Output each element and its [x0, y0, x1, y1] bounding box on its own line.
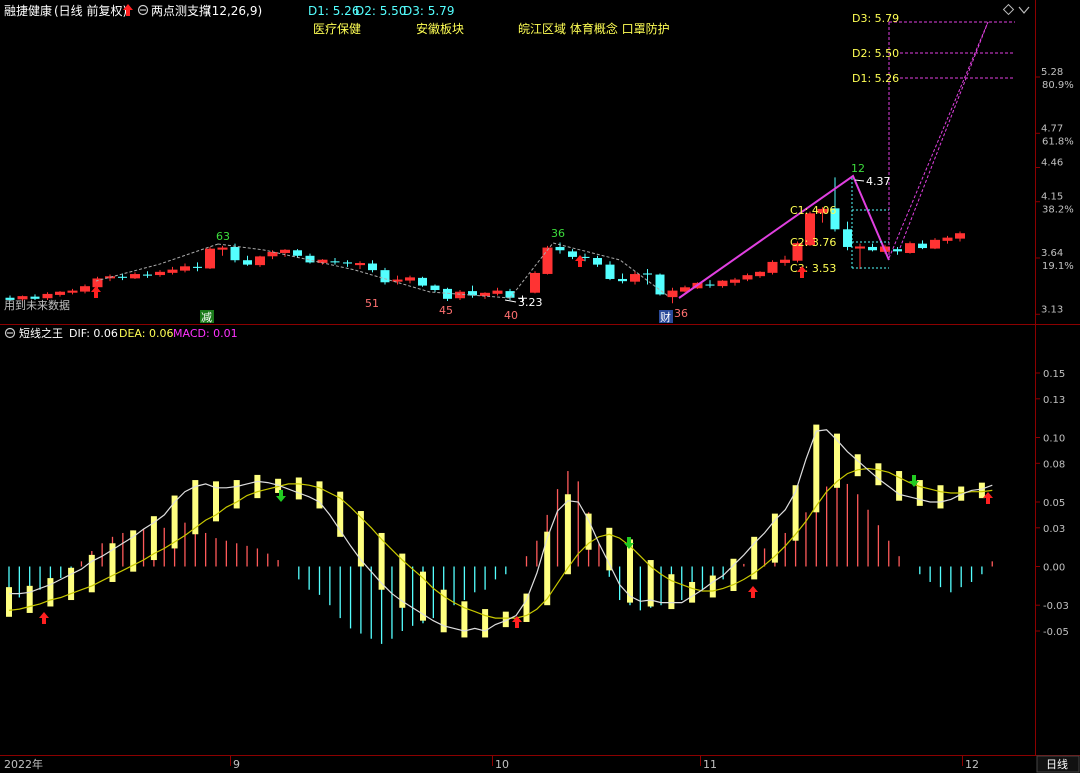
momentum-bar — [482, 609, 489, 638]
momentum-bar — [875, 463, 882, 486]
month-label: 10 — [495, 758, 509, 771]
count-label-down: 51 — [365, 297, 379, 310]
momentum-bar — [26, 585, 33, 613]
macd-readout: MACD: 0.01 — [173, 327, 238, 340]
macd-tick-label: 0.00 — [1043, 563, 1065, 574]
macd-tick-label: -0.05 — [1043, 627, 1069, 638]
macd-tick-label: 0.15 — [1043, 369, 1065, 380]
dif-readout: DIF: 0.06 — [69, 327, 118, 340]
momentum-bar — [254, 474, 261, 499]
future-data-note: 用到未来数据 — [4, 298, 70, 312]
momentum-bar — [233, 480, 240, 509]
macd-tick-label: 0.08 — [1043, 459, 1065, 470]
d1-readout: D1: 5.26 — [308, 4, 359, 18]
d1-label: D1: 5.26 — [852, 72, 899, 85]
month-label: 12 — [965, 758, 979, 771]
badge-jian-text: 减 — [201, 311, 212, 324]
macd-tick-label: 0.03 — [1043, 524, 1065, 535]
momentum-bar — [295, 477, 302, 500]
period-button-label: 日线 — [1046, 757, 1068, 771]
candle — [205, 246, 215, 270]
d2-readout: D2: 5.50 — [355, 4, 406, 18]
dea-readout: DEA: 0.06 — [119, 327, 173, 340]
c1-label: C1: 4.06 — [790, 204, 836, 217]
stock-chart-window: 融捷健康 (日线 前复权) 两点测支撑 (12,26,9) D1: 5.26 D… — [0, 0, 1080, 773]
period-label: (日线 前复权) — [54, 3, 127, 18]
price-tick-label: 4.77 — [1041, 123, 1063, 134]
price-tick-label: 3.64 — [1041, 248, 1063, 259]
candle — [905, 241, 915, 254]
momentum-bar — [854, 454, 861, 477]
d3-label: D3: 5.79 — [852, 12, 899, 25]
candle — [767, 260, 778, 275]
momentum-bar — [523, 593, 530, 622]
macd-tick-label: 0.05 — [1043, 498, 1065, 509]
pct-tick-label: 61.8% — [1042, 136, 1074, 147]
d2-label: D2: 5.50 — [852, 47, 899, 60]
momentum-bar — [689, 581, 696, 603]
macd-tick-label: 0.13 — [1043, 395, 1065, 406]
candle — [380, 267, 390, 285]
indicator-params: (12,26,9) — [207, 4, 262, 18]
d3-readout: D3: 5.79 — [403, 4, 454, 18]
sector-tag[interactable]: 安徽板块 — [416, 21, 464, 36]
pct-tick-label: 80.9% — [1042, 80, 1074, 91]
momentum-bar — [6, 587, 12, 617]
c2-label: C2: 3.76 — [790, 236, 836, 249]
indicator-name[interactable]: 两点测支撑 — [151, 3, 211, 18]
macd-tick-label: 0.10 — [1043, 434, 1065, 445]
momentum-bar — [544, 531, 551, 606]
badge-cai-text: 财 — [660, 310, 671, 324]
c3-label: C3: 3.53 — [790, 262, 836, 275]
momentum-bar — [916, 480, 923, 506]
macd-tick-label: -0.03 — [1043, 601, 1069, 612]
year-label: 2022年 — [4, 757, 43, 771]
month-label: 9 — [233, 758, 240, 771]
momentum-bar — [564, 494, 571, 575]
pct-tick-label: 19.1% — [1042, 261, 1074, 272]
count-label-down: 45 — [439, 304, 453, 317]
macd-title[interactable]: 短线之王 — [19, 326, 63, 340]
count-label-down: 36 — [674, 307, 688, 320]
count-label-up: 12 — [851, 162, 865, 175]
price-tick-label: 5.28 — [1041, 67, 1063, 78]
stock-name[interactable]: 融捷健康 — [4, 3, 52, 18]
sector-tag[interactable]: 皖江区域 体育概念 口罩防护 — [518, 21, 670, 36]
count-label-up: 36 — [551, 227, 565, 240]
sector-tag[interactable]: 医疗保健 — [313, 22, 361, 36]
macd-header: 短线之王 DIF: 0.06 DEA: 0.06 MACD: 0.01 — [4, 326, 238, 340]
month-label: 11 — [703, 758, 717, 771]
pct-tick-label: 38.2% — [1042, 205, 1074, 216]
momentum-bar — [896, 471, 903, 501]
low-value: 3.23 — [518, 296, 543, 309]
price-tick-label: 4.46 — [1041, 158, 1063, 169]
count-label-down: 40 — [504, 309, 518, 322]
count-label-up: 63 — [216, 230, 230, 243]
candle — [92, 276, 103, 289]
momentum-bar — [978, 482, 985, 499]
candle — [530, 271, 540, 294]
price-tick-label: 4.15 — [1041, 192, 1063, 203]
candle — [418, 276, 427, 287]
peak-value: 4.37 — [866, 175, 891, 188]
momentum-bar — [937, 485, 944, 509]
momentum-bar — [47, 578, 54, 607]
price-tick-label: 3.13 — [1041, 304, 1063, 315]
momentum-bar — [709, 575, 716, 598]
